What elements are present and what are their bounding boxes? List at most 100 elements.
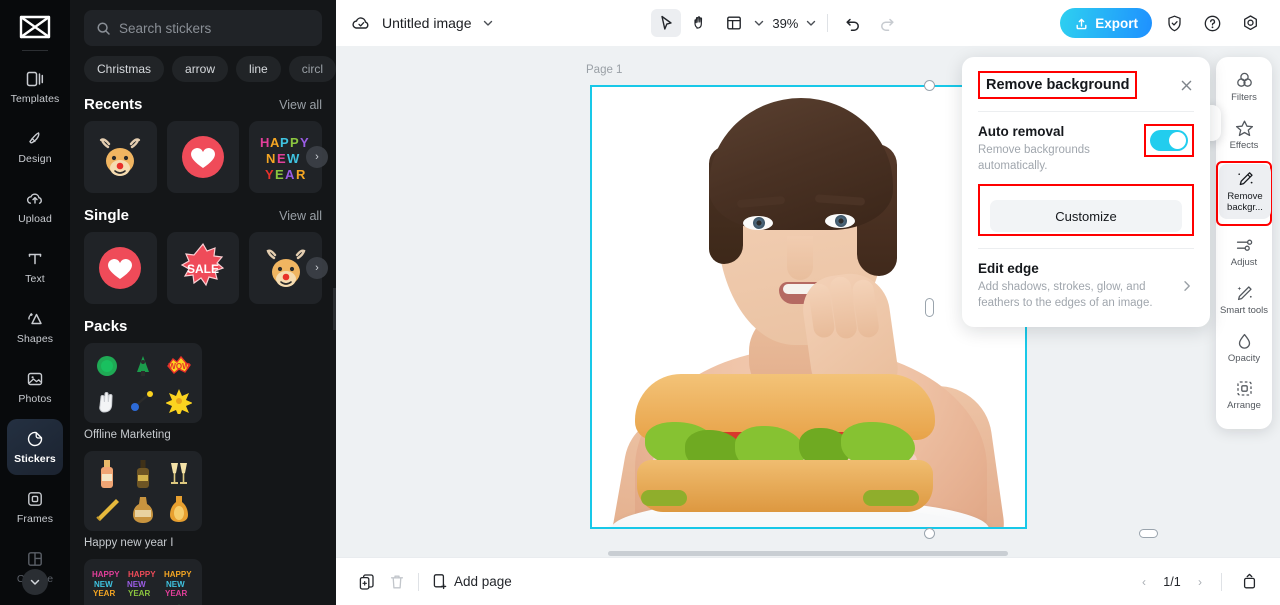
undo-button[interactable] <box>838 9 868 37</box>
sticker-tile-heart[interactable] <box>84 232 157 304</box>
chevron-right-icon[interactable]: › <box>306 257 328 279</box>
pack-item[interactable]: HAPPYNEWYEAR HAPPYNEWYEAR HAPPYNEWYEAR H… <box>84 559 202 605</box>
chevron-down-icon[interactable] <box>805 17 817 29</box>
toolbar-divider <box>418 572 419 591</box>
chevron-right-icon[interactable]: › <box>306 146 328 168</box>
tool-opacity[interactable]: Opacity <box>1218 326 1270 370</box>
chevron-down-icon[interactable] <box>482 17 494 29</box>
panel-collapse-handle[interactable]: ‹ <box>333 288 336 330</box>
cloud-saved-icon <box>350 12 372 34</box>
chevron-down-icon[interactable] <box>753 17 765 29</box>
resize-handle-left[interactable] <box>925 298 934 317</box>
settings-gear-icon[interactable] <box>1236 9 1266 37</box>
tool-arrange[interactable]: Arrange <box>1218 373 1270 417</box>
shield-check-icon[interactable] <box>1160 9 1190 37</box>
photos-icon <box>25 369 45 389</box>
stickers-panel: Search stickers Christmas arrow line cir… <box>70 0 336 605</box>
tool-filters[interactable]: Filters <box>1218 65 1270 109</box>
pack-label: Happy new year I <box>84 537 174 549</box>
select-tool[interactable] <box>651 9 682 37</box>
customize-button[interactable]: Customize <box>990 200 1182 233</box>
sidebar-item-label: Stickers <box>14 453 56 465</box>
sidebar-item-text[interactable]: Text <box>7 239 63 295</box>
tool-effects[interactable]: Effects <box>1218 113 1270 157</box>
sidebar-item-upload[interactable]: Upload <box>7 179 63 235</box>
duplicate-page-button[interactable] <box>352 568 382 596</box>
chevron-right-icon[interactable] <box>1180 279 1194 293</box>
view-all-link[interactable]: View all <box>279 209 322 223</box>
svg-text:HAPPY: HAPPY <box>92 570 120 579</box>
arrange-icon <box>1235 379 1254 398</box>
artboard[interactable] <box>591 86 1026 528</box>
layout-tool[interactable] <box>719 9 749 37</box>
opacity-drop-icon <box>1235 332 1254 351</box>
packs-grid: WOW Offline Marketing Happy new year I H… <box>70 343 336 605</box>
next-page-button[interactable]: › <box>1191 575 1209 589</box>
top-toolbar: Untitled image 39% Export <box>336 0 1280 46</box>
tool-label: Opacity <box>1227 352 1261 364</box>
tool-smart-tools[interactable]: Smart tools <box>1218 278 1270 322</box>
sticker-tile-reindeer[interactable] <box>84 121 157 193</box>
help-circle-icon[interactable] <box>1198 9 1228 37</box>
tool-label: Smart tools <box>1219 304 1269 316</box>
add-page-button[interactable]: Add page <box>431 573 512 590</box>
tag-chip[interactable]: Christmas <box>84 56 165 82</box>
tool-adjust[interactable]: Adjust <box>1218 230 1270 274</box>
svg-text:NEW: NEW <box>166 580 185 589</box>
svg-text:P: P <box>280 135 289 150</box>
sidebar-item-templates[interactable]: Templates <box>7 59 63 115</box>
sidebar-item-design[interactable]: Design <box>7 119 63 175</box>
customize-label: Customize <box>1055 208 1117 224</box>
prev-page-button[interactable]: ‹ <box>1135 575 1153 589</box>
auto-removal-toggle-highlight <box>1144 124 1194 157</box>
svg-text:E: E <box>277 151 286 166</box>
collapse-panel-button[interactable] <box>1234 568 1264 596</box>
section-title: Single <box>84 207 130 224</box>
tag-chip[interactable]: circl <box>288 56 336 82</box>
pack-item[interactable]: Happy new year I <box>84 451 202 549</box>
pickle <box>863 490 919 506</box>
search-input[interactable]: Search stickers <box>84 10 322 46</box>
edit-edge-row[interactable]: Edit edge Add shadows, strokes, glow, an… <box>978 261 1194 311</box>
auto-removal-toggle[interactable] <box>1150 130 1188 151</box>
hand-tool[interactable] <box>685 9 715 37</box>
tool-remove-background[interactable]: Remove backgr... <box>1219 163 1271 219</box>
auto-removal-title: Auto removal <box>978 124 1065 139</box>
document-title[interactable]: Untitled image <box>382 15 472 31</box>
tag-chip[interactable]: arrow <box>172 56 229 82</box>
pack-item[interactable]: WOW Offline Marketing <box>84 343 202 441</box>
resize-handle-bottom-left[interactable] <box>924 528 935 539</box>
remove-background-icon <box>1236 170 1255 189</box>
view-all-link[interactable]: View all <box>279 98 322 112</box>
sandwich <box>627 374 945 519</box>
export-button[interactable]: Export <box>1060 8 1152 38</box>
section-header-single: Single View all <box>70 193 336 232</box>
toggle-knob <box>1169 132 1186 149</box>
resize-handle-top-left[interactable] <box>924 80 935 91</box>
svg-text:P: P <box>290 135 299 150</box>
frames-icon <box>25 489 45 509</box>
tag-chip[interactable]: line <box>236 56 281 82</box>
tag-list: Christmas arrow line circl <box>70 52 336 82</box>
chevron-down-icon[interactable] <box>22 569 48 595</box>
sidebar-item-stickers[interactable]: Stickers <box>7 419 63 475</box>
sticker-tile-sale-badge[interactable]: SALE <box>166 232 240 304</box>
zoom-level[interactable]: 39% <box>769 16 801 31</box>
sidebar-item-frames[interactable]: Frames <box>7 479 63 535</box>
close-icon[interactable] <box>1179 78 1194 93</box>
canvas-tools: 39% <box>651 9 902 37</box>
redo-button[interactable] <box>872 9 902 37</box>
export-label: Export <box>1095 15 1138 31</box>
design-icon <box>25 129 45 149</box>
sidebar-item-shapes[interactable]: Shapes <box>7 299 63 355</box>
toolbar-divider <box>1221 572 1222 591</box>
delete-button[interactable] <box>382 568 412 596</box>
sticker-tile-heart[interactable] <box>166 121 240 193</box>
capcut-logo-icon[interactable] <box>15 12 55 42</box>
iris-right <box>835 215 847 227</box>
canvas-image-woman-with-sandwich[interactable] <box>591 86 1026 528</box>
resize-handle-bottom[interactable] <box>1139 529 1158 538</box>
horizontal-scrollbar[interactable] <box>608 551 1008 556</box>
pack-label: Offline Marketing <box>84 429 171 441</box>
sidebar-item-photos[interactable]: Photos <box>7 359 63 415</box>
